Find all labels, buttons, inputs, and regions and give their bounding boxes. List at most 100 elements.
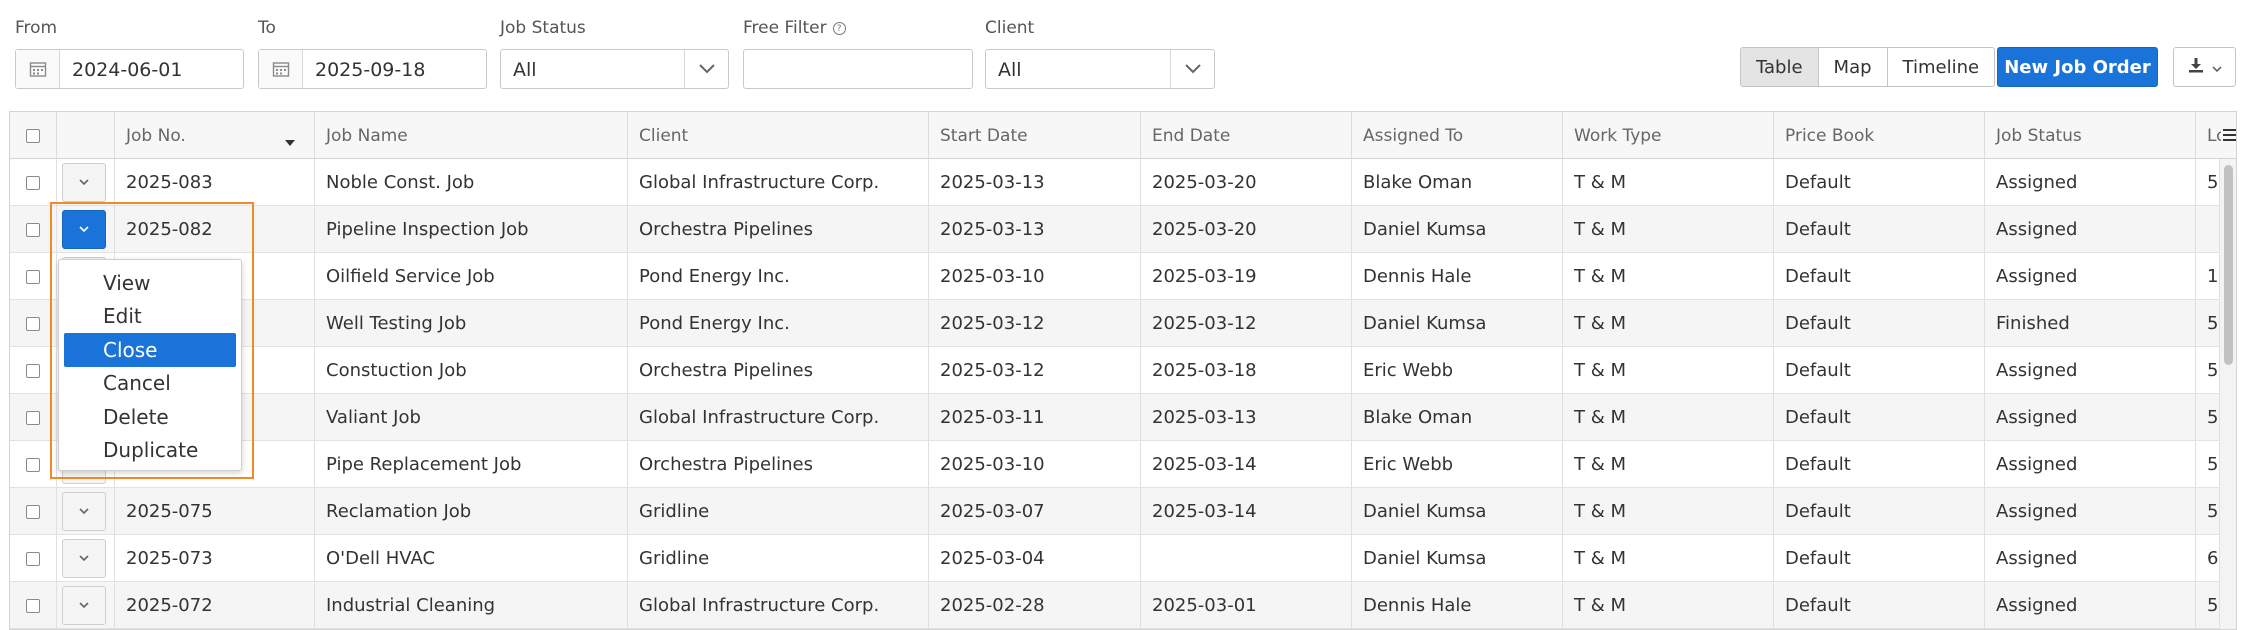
job-status-cell: Assigned: [1985, 206, 2196, 253]
job-status-cell: Assigned: [1985, 582, 2196, 629]
end-date-cell: 2025-03-18: [1141, 347, 1352, 394]
table-row[interactable]: Pipe Replacement Job Orchestra Pipelines 2…: [10, 441, 2236, 488]
from-date-field[interactable]: 2024-06-01: [15, 49, 244, 89]
row-actions-button[interactable]: [62, 163, 106, 202]
table-row[interactable]: Valiant Job Global Infrastructure Corp. 20…: [10, 394, 2236, 441]
row-checkbox[interactable]: [26, 504, 40, 519]
work-type-cell: T & M: [1563, 441, 1774, 488]
menu-item-duplicate[interactable]: Duplicate: [64, 434, 236, 468]
sort-desc-icon: [285, 132, 295, 152]
row-actions-menu: View Edit Close Cancel Delete Duplicate: [58, 259, 242, 471]
end-date-cell: 2025-03-20: [1141, 159, 1352, 206]
table-view-button[interactable]: Table: [1741, 48, 1819, 86]
menu-item-edit[interactable]: Edit: [64, 300, 236, 334]
header-select-all[interactable]: [10, 112, 57, 159]
header-job-no[interactable]: Job No.: [115, 112, 315, 159]
header-assigned-to[interactable]: Assigned To: [1352, 112, 1563, 159]
vertical-scrollbar[interactable]: [2219, 159, 2236, 629]
menu-item-delete[interactable]: Delete: [64, 400, 236, 434]
table-row[interactable]: 2025-075 Reclamation Job Gridline 2025-03-0…: [10, 488, 2236, 535]
work-type-cell: T & M: [1563, 159, 1774, 206]
jobs-table: Job No. Job Name Client Start Date End D…: [9, 111, 2237, 630]
end-date-cell: 2025-03-14: [1141, 488, 1352, 535]
chevron-down-icon[interactable]: [684, 50, 728, 88]
job-status-select[interactable]: All: [500, 49, 729, 89]
header-client[interactable]: Client: [628, 112, 929, 159]
job-no-cell: 2025-073: [115, 535, 315, 582]
work-type-cell: T & M: [1563, 347, 1774, 394]
calendar-icon[interactable]: [259, 50, 303, 88]
row-checkbox[interactable]: [26, 222, 40, 237]
header-work-type[interactable]: Work Type: [1563, 112, 1774, 159]
download-icon: [2188, 57, 2204, 77]
assigned-to-cell: Daniel Kumsa: [1352, 488, 1563, 535]
table-row[interactable]: 2025-072 Industrial Cleaning Global Infras…: [10, 582, 2236, 629]
map-view-button[interactable]: Map: [1818, 48, 1888, 86]
job-no-cell: 2025-072: [115, 582, 315, 629]
menu-item-close[interactable]: Close: [64, 333, 236, 367]
row-actions-button[interactable]: [62, 492, 106, 531]
job-status-cell: Assigned: [1985, 347, 2196, 394]
header-job-no-label: Job No.: [126, 125, 186, 146]
header-end-date[interactable]: End Date: [1141, 112, 1352, 159]
client-value: All: [998, 59, 1022, 81]
row-checkbox[interactable]: [26, 269, 40, 284]
row-actions-button[interactable]: [62, 586, 106, 625]
table-row[interactable]: Well Testing Job Pond Energy Inc. 2025-03-…: [10, 300, 2236, 347]
job-name-cell: Reclamation Job: [315, 488, 628, 535]
header-job-status[interactable]: Job Status: [1985, 112, 2196, 159]
row-checkbox[interactable]: [26, 551, 40, 566]
table-row[interactable]: 2025-073 O'Dell HVAC Gridline 2025-03-04 Dan…: [10, 535, 2236, 582]
price-book-cell: Default: [1774, 206, 1985, 253]
header-price-book[interactable]: Price Book: [1774, 112, 1985, 159]
timeline-view-button[interactable]: Timeline: [1887, 48, 1995, 86]
header-start-date[interactable]: Start Date: [929, 112, 1141, 159]
header-job-name[interactable]: Job Name: [315, 112, 628, 159]
info-icon[interactable]: ?: [832, 22, 846, 35]
row-actions-button[interactable]: [62, 539, 106, 578]
client-cell: Pond Energy Inc.: [628, 253, 929, 300]
row-checkbox[interactable]: [26, 598, 40, 613]
free-filter-input[interactable]: [743, 49, 973, 89]
job-status-cell: Assigned: [1985, 441, 2196, 488]
menu-item-cancel[interactable]: Cancel: [64, 367, 236, 401]
row-checkbox[interactable]: [26, 363, 40, 378]
row-checkbox[interactable]: [26, 410, 40, 425]
end-date-cell: 2025-03-12: [1141, 300, 1352, 347]
assigned-to-cell: Blake Oman: [1352, 394, 1563, 441]
row-select-cell: [10, 535, 57, 582]
table-row[interactable]: 2025-082 Pipeline Inspection Job Orchestra…: [10, 206, 2236, 253]
scrollbar-thumb[interactable]: [2224, 165, 2233, 365]
client-cell: Pond Energy Inc.: [628, 300, 929, 347]
start-date-cell: 2025-03-11: [929, 394, 1141, 441]
price-book-cell: Default: [1774, 159, 1985, 206]
to-date-field[interactable]: 2025-09-18: [258, 49, 487, 89]
new-job-order-button[interactable]: New Job Order: [1997, 47, 2158, 87]
to-date-value: 2025-09-18: [315, 59, 426, 81]
work-type-cell: T & M: [1563, 394, 1774, 441]
client-cell: Global Infrastructure Corp.: [628, 159, 929, 206]
work-type-cell: T & M: [1563, 535, 1774, 582]
menu-item-view[interactable]: View: [64, 266, 236, 300]
export-button[interactable]: [2173, 47, 2236, 87]
assigned-to-cell: Daniel Kumsa: [1352, 206, 1563, 253]
job-status-cell: Assigned: [1985, 535, 2196, 582]
row-checkbox[interactable]: [26, 175, 40, 190]
row-actions-cell: [57, 159, 115, 206]
job-name-cell: Valiant Job: [315, 394, 628, 441]
select-all-checkbox[interactable]: [26, 128, 40, 143]
table-row[interactable]: 2025-083 Noble Const. Job Global Infrastru…: [10, 159, 2236, 206]
job-status-value: All: [513, 59, 537, 81]
row-checkbox[interactable]: [26, 457, 40, 472]
table-row[interactable]: Oilfield Service Job Pond Energy Inc. 2025…: [10, 253, 2236, 300]
filter-bar: From 2024-06-01 To 2025-09-18 Job Status…: [0, 0, 2245, 100]
assigned-to-cell: Eric Webb: [1352, 441, 1563, 488]
row-actions-cell: [57, 582, 115, 629]
row-checkbox[interactable]: [26, 316, 40, 331]
column-menu-icon[interactable]: [2221, 112, 2236, 158]
calendar-icon[interactable]: [16, 50, 60, 88]
chevron-down-icon[interactable]: [1170, 50, 1214, 88]
table-row[interactable]: Constuction Job Orchestra Pipelines 2025-0…: [10, 347, 2236, 394]
job-name-cell: Constuction Job: [315, 347, 628, 394]
client-select[interactable]: All: [985, 49, 1215, 89]
